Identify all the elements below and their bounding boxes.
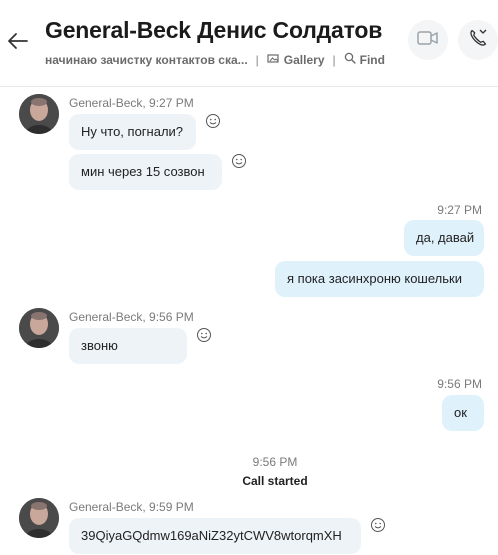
- message-bubble[interactable]: 39QiyaGQdmw169aNiZ32ytCWV8wtorqmXH: [69, 518, 361, 554]
- call-started-event: Call started: [242, 474, 308, 488]
- message-time: 9:27 PM: [437, 203, 482, 217]
- header-divider: [0, 86, 498, 87]
- smiley-icon[interactable]: [370, 517, 386, 533]
- contact-mood-message: начинаю зачистку контактов ска...: [45, 52, 248, 67]
- phone-icon: [468, 28, 488, 53]
- audio-call-button[interactable]: [458, 20, 498, 60]
- gallery-link[interactable]: Gallery: [267, 53, 325, 67]
- message-sender-time: General-Beck, 9:27 PM: [69, 96, 194, 110]
- message-bubble[interactable]: я пока засинхроню кошельки: [275, 261, 484, 297]
- smiley-icon[interactable]: [231, 153, 247, 169]
- message-bubble[interactable]: звоню: [69, 328, 187, 364]
- smiley-icon[interactable]: [196, 327, 212, 343]
- chat-subtitle-bar: начинаю зачистку контактов ска... | Gall…: [45, 52, 385, 67]
- find-label: Find: [359, 52, 385, 67]
- smiley-icon[interactable]: [205, 113, 221, 129]
- event-time: 9:56 PM: [252, 455, 298, 469]
- message-sender-time: General-Beck, 9:56 PM: [69, 310, 194, 324]
- message-sender-time: General-Beck, 9:59 PM: [69, 500, 194, 514]
- video-camera-icon: [417, 30, 439, 51]
- find-link[interactable]: Find: [344, 52, 385, 67]
- message-bubble[interactable]: ок: [442, 395, 484, 431]
- back-arrow-icon[interactable]: [5, 28, 31, 54]
- video-call-button[interactable]: [408, 20, 448, 60]
- chat-title[interactable]: General-Beck Денис Солдатов: [45, 17, 382, 44]
- message-bubble[interactable]: Ну что, погнали?: [69, 114, 196, 150]
- separator: |: [332, 52, 336, 67]
- gallery-label: Gallery: [283, 52, 325, 67]
- avatar[interactable]: [19, 308, 59, 348]
- message-bubble[interactable]: мин через 15 созвон: [69, 154, 222, 190]
- separator: |: [255, 52, 259, 67]
- avatar[interactable]: [19, 498, 59, 538]
- avatar[interactable]: [19, 94, 59, 134]
- gallery-icon: [267, 53, 280, 67]
- search-icon: [344, 52, 356, 67]
- chat-header: General-Beck Денис Солдатов начинаю зачи…: [0, 0, 498, 86]
- message-time: 9:56 PM: [437, 377, 482, 391]
- message-bubble[interactable]: да, давай: [404, 220, 484, 256]
